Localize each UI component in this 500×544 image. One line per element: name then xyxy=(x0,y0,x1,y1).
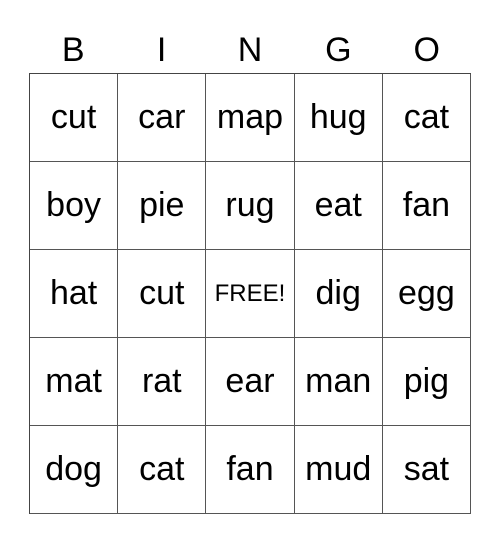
bingo-cell: egg xyxy=(382,250,471,338)
bingo-cell: dog xyxy=(30,426,119,514)
bingo-cell: eat xyxy=(294,162,383,250)
bingo-cell: ear xyxy=(206,338,295,426)
bingo-card-grid: cut car map hug cat boy pie rug eat fan … xyxy=(29,73,471,514)
bingo-cell: mat xyxy=(30,338,119,426)
bingo-cell: sat xyxy=(382,426,471,514)
bingo-cell: hug xyxy=(294,74,383,162)
free-space-cell: FREE! xyxy=(206,250,295,338)
bingo-cell: cut xyxy=(30,74,119,162)
bingo-cell: rat xyxy=(118,338,207,426)
bingo-cell: fan xyxy=(206,426,295,514)
bingo-cell: map xyxy=(206,74,295,162)
header-letter-i: I xyxy=(156,31,167,69)
bingo-header: B I N G O xyxy=(29,28,471,73)
header-letter-b: B xyxy=(61,31,85,69)
header-letter-o: O xyxy=(413,31,440,69)
bingo-cell: cut xyxy=(118,250,207,338)
bingo-cell: rug xyxy=(206,162,295,250)
bingo-cell: cat xyxy=(118,426,207,514)
bingo-cell: pig xyxy=(382,338,471,426)
bingo-cell: mud xyxy=(294,426,383,514)
bingo-cell: car xyxy=(118,74,207,162)
bingo-cell: fan xyxy=(382,162,471,250)
bingo-cell: dig xyxy=(294,250,383,338)
bingo-cell: boy xyxy=(30,162,119,250)
bingo-cell: man xyxy=(294,338,383,426)
header-letter-n: N xyxy=(237,31,263,69)
header-letter-g: G xyxy=(325,31,352,69)
bingo-cell: hat xyxy=(30,250,119,338)
bingo-cell: cat xyxy=(382,74,471,162)
bingo-cell: pie xyxy=(118,162,207,250)
